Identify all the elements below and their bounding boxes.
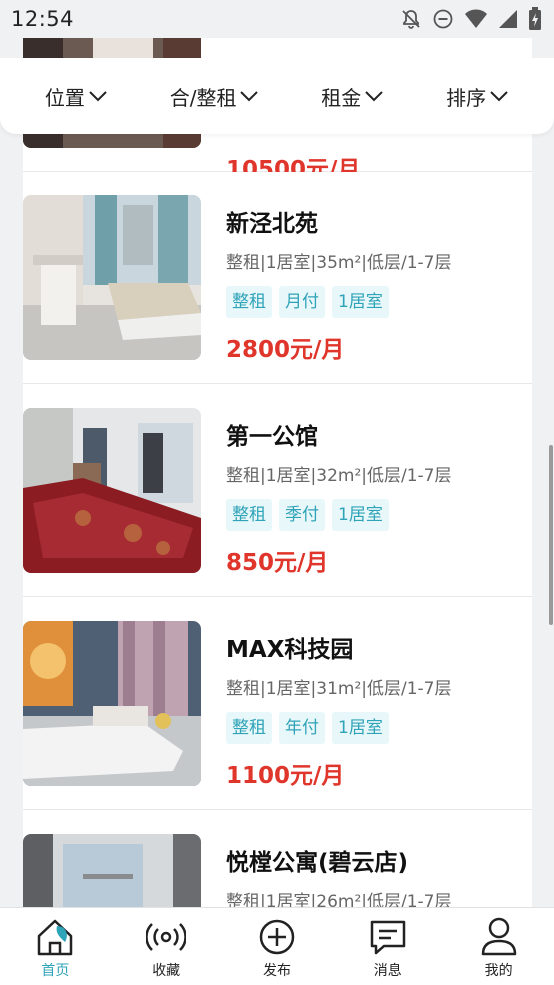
listing-price: 1100元/月 (226, 763, 345, 789)
scrollbar[interactable] (549, 445, 553, 625)
listing-card[interactable]: 第一公馆 整租|1居室|32m²|低层/1-7层 整租 季付 1居室 850元/… (23, 385, 532, 597)
listing-tag: 1居室 (332, 286, 389, 318)
broadcast-icon (146, 916, 187, 958)
listing-image (23, 621, 201, 786)
tab-favorites[interactable]: 收藏 (111, 908, 221, 980)
listing-list[interactable]: 10500元/月 新泾北苑 整租|1居室|35m²|低层/1-7层 整租 月付 (23, 38, 532, 908)
bottom-tab-bar: 首页 收藏 发布 消息 我的 (0, 907, 554, 985)
listing-price: 850元/月 (226, 550, 329, 576)
listing-tag: 1居室 (332, 499, 389, 531)
signal-icon (498, 8, 518, 30)
filter-label: 位置 (44, 85, 85, 110)
listing-tags: 整租 年付 1居室 (226, 712, 389, 744)
add-circle-icon (257, 916, 297, 958)
chevron-down-icon (364, 89, 384, 103)
listing-card[interactable]: 悦樘公寓(碧云店) 整租|1居室|26m²|低层/1-7层 (23, 811, 532, 908)
tab-label: 我的 (484, 963, 513, 979)
tab-label: 消息 (373, 963, 402, 979)
listing-image (23, 195, 201, 360)
status-time: 12:54 (11, 7, 75, 31)
tab-home[interactable]: 首页 (0, 908, 110, 980)
do-not-disturb-icon (432, 8, 454, 30)
listing-tag: 月付 (279, 286, 325, 318)
chevron-down-icon (239, 89, 259, 103)
listing-title: MAX科技园 (226, 637, 354, 663)
chevron-down-icon (88, 89, 108, 103)
listing-card[interactable]: MAX科技园 整租|1居室|31m²|低层/1-7层 整租 年付 1居室 110… (23, 598, 532, 810)
notifications-off-icon (400, 8, 422, 30)
profile-icon (479, 916, 519, 958)
filter-label: 合/整租 (169, 85, 237, 110)
listing-tag: 整租 (226, 286, 272, 318)
tab-publish[interactable]: 发布 (222, 908, 332, 980)
listing-price: 2800元/月 (226, 337, 345, 363)
home-icon (35, 916, 75, 958)
listing-tag: 年付 (279, 712, 325, 744)
filter-sort[interactable]: 排序 (446, 82, 509, 111)
tab-label: 首页 (41, 963, 70, 979)
filter-bar: 位置 合/整租 租金 排序 (0, 58, 554, 134)
listing-title: 第一公馆 (226, 424, 318, 450)
listing-tag: 整租 (226, 712, 272, 744)
listing-tag: 整租 (226, 499, 272, 531)
filter-label: 排序 (446, 85, 487, 110)
listing-tags: 整租 季付 1居室 (226, 499, 389, 531)
listing-spec: 整租|1居室|32m²|低层/1-7层 (226, 466, 452, 486)
listing-title: 新泾北苑 (226, 211, 318, 237)
listing-tag: 1居室 (332, 712, 389, 744)
tab-profile[interactable]: 我的 (444, 908, 554, 980)
filter-price[interactable]: 租金 (321, 82, 384, 111)
filter-rent-type[interactable]: 合/整租 (170, 82, 260, 111)
tab-label: 收藏 (152, 963, 181, 979)
tab-label: 发布 (262, 963, 291, 979)
wifi-icon (464, 8, 488, 30)
listing-card[interactable]: 新泾北苑 整租|1居室|35m²|低层/1-7层 整租 月付 1居室 2800元… (23, 172, 532, 384)
listing-tags: 整租 月付 1居室 (226, 286, 389, 318)
listing-tag: 季付 (279, 499, 325, 531)
listing-title: 悦樘公寓(碧云店) (226, 850, 409, 876)
listing-image (23, 834, 201, 908)
listing-image (23, 408, 201, 573)
tab-messages[interactable]: 消息 (333, 908, 443, 980)
listing-spec: 整租|1居室|26m²|低层/1-7层 (226, 892, 452, 908)
filter-location[interactable]: 位置 (45, 82, 108, 111)
status-bar: 12:54 (0, 0, 554, 38)
listing-spec: 整租|1居室|31m²|低层/1-7层 (226, 679, 452, 699)
filter-label: 租金 (321, 85, 362, 110)
battery-charging-icon (528, 7, 542, 31)
listing-spec: 整租|1居室|35m²|低层/1-7层 (226, 253, 452, 273)
chevron-down-icon (489, 89, 509, 103)
status-icons (400, 7, 542, 31)
message-icon (368, 916, 408, 958)
